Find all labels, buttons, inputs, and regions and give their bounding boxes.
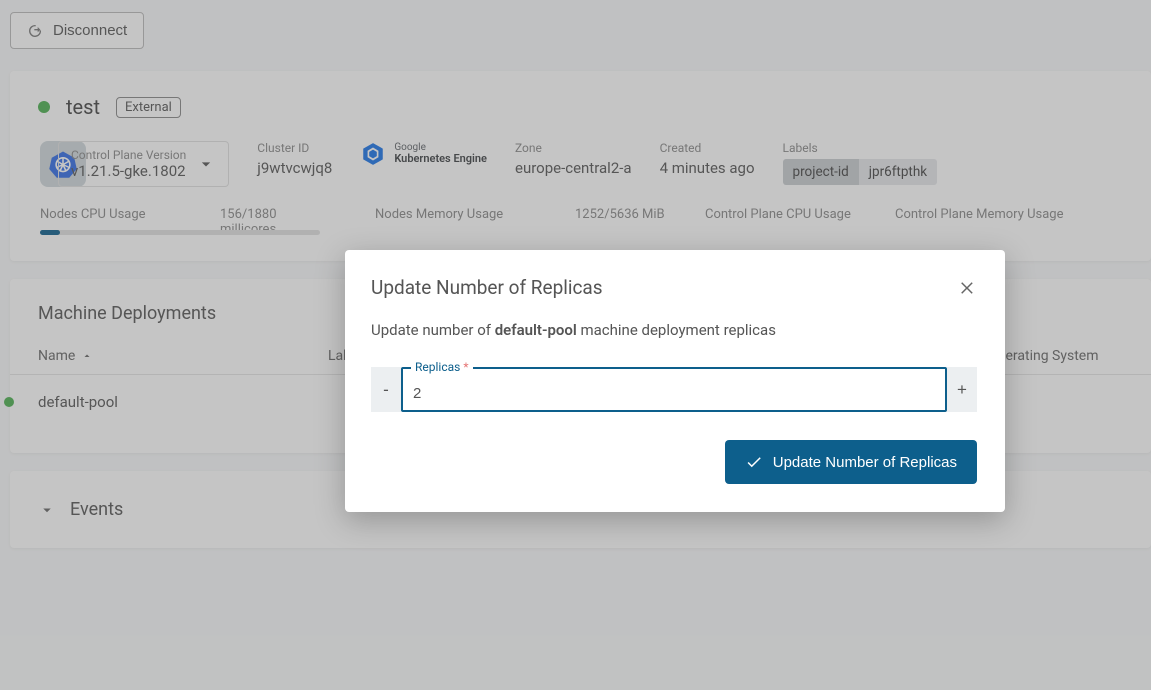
check-icon (745, 453, 763, 471)
update-replicas-modal: Update Number of Replicas Update number … (345, 250, 1005, 512)
submit-button[interactable]: Update Number of Replicas (725, 440, 977, 484)
modal-title: Update Number of Replicas (371, 276, 603, 299)
replicas-stepper: - Replicas * + (371, 367, 977, 412)
increment-button[interactable]: + (947, 367, 977, 412)
decrement-button[interactable]: - (371, 367, 401, 412)
submit-label: Update Number of Replicas (773, 454, 957, 471)
close-button[interactable] (959, 279, 977, 297)
modal-description: Update number of default-pool machine de… (371, 321, 977, 339)
replicas-input[interactable] (413, 385, 935, 402)
close-icon (959, 279, 977, 297)
replicas-input-label: Replicas * (411, 360, 473, 374)
